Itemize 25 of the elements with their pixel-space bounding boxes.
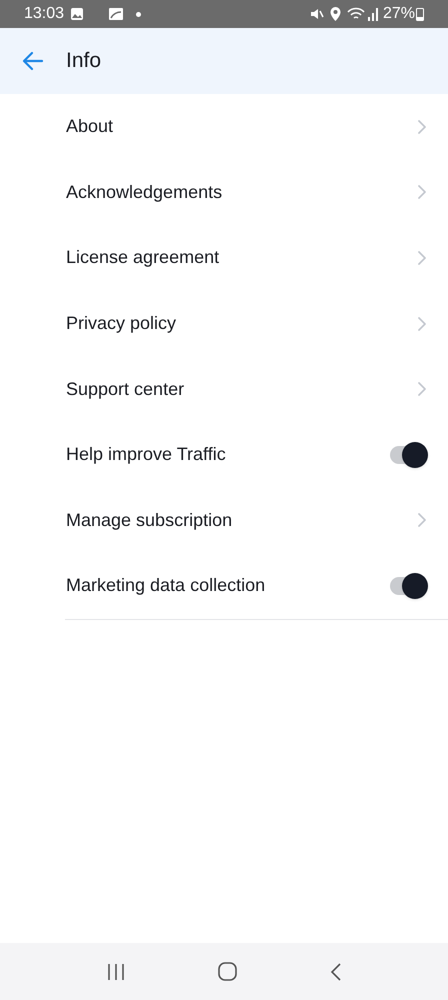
recent-apps-icon[interactable] [106, 962, 124, 980]
gallery-icon [70, 7, 84, 21]
setting-label: License agreement [66, 246, 220, 270]
battery-icon [416, 7, 424, 21]
mute-icon [310, 7, 324, 21]
setting-label: Manage subscription [66, 508, 234, 532]
status-time: 13:03 [24, 4, 64, 24]
toggle-switch[interactable] [390, 572, 428, 599]
wifi-icon [346, 7, 365, 21]
back-button[interactable] [22, 50, 44, 72]
setting-label: Support center [66, 378, 186, 401]
setting-label: About [66, 115, 114, 138]
dot-icon [136, 12, 142, 16]
setting-label: Help improve Traffic [66, 443, 227, 466]
setting-label: Marketing data collection [66, 574, 266, 598]
back-icon[interactable] [330, 962, 342, 982]
battery-percent: 27% [382, 4, 415, 24]
home-icon[interactable] [218, 962, 236, 981]
cast-icon [108, 7, 124, 21]
toggle-switch[interactable] [390, 442, 428, 468]
location-icon [330, 7, 341, 21]
signal-icon [366, 7, 379, 21]
setting-label: Privacy policy [66, 312, 178, 336]
setting-label: Acknowledgements [66, 180, 224, 204]
page-title: Info [66, 48, 102, 74]
